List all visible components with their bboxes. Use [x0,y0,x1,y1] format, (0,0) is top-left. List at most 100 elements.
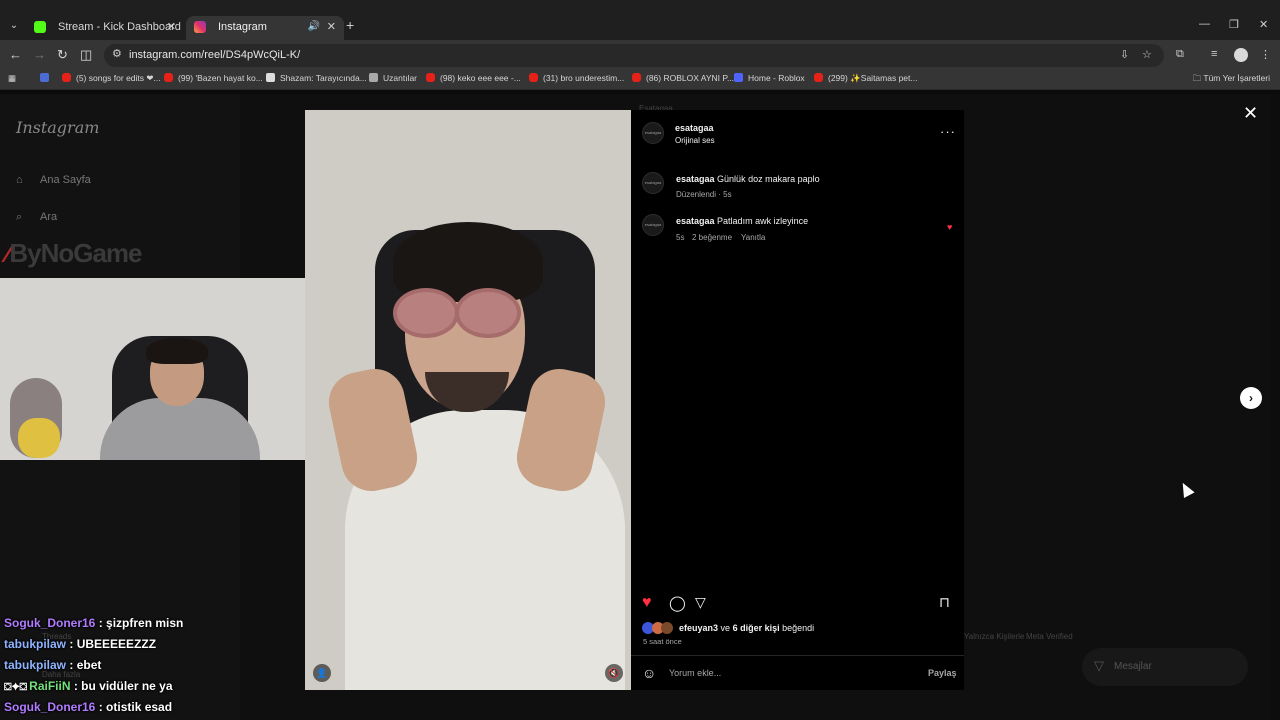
mute-icon[interactable]: 🔇 [605,664,623,682]
new-tab-button[interactable]: + [346,17,354,33]
bookmark-item[interactable]: (86) ROBLOX AYNI P... [632,73,734,83]
close-window-icon[interactable]: ✕ [1259,18,1268,31]
sidebar-item-search[interactable]: ⌕ Ara [16,211,57,224]
shazam-icon [266,73,275,82]
bookmark-a[interactable] [40,73,54,83]
chat-username: tabukpilaw [4,637,67,651]
close-tab-icon[interactable]: ✕ [167,16,176,38]
forward-icon[interactable]: → [33,47,46,62]
menu-icon[interactable]: ⋮ [1260,48,1271,61]
post-time[interactable]: 5 saat önce [643,637,682,646]
sidebar-item-label: Ara [40,211,58,223]
bookmark-label: Shazam: Tarayıcında... [280,73,367,83]
minimize-icon[interactable]: — [1199,18,1210,30]
youtube-icon [164,73,173,82]
bookmark-star-icon[interactable]: ☆ [1142,48,1152,61]
bookmark-item[interactable]: Shazam: Tarayıcında... [266,73,367,83]
post-author[interactable]: esatagaa [675,123,714,133]
bookmark-item[interactable]: (299) ✨Saitamas pet... [814,73,917,84]
chat-text: : ebet [69,658,102,672]
reload-icon[interactable]: ↻ [57,47,68,63]
profile-avatar[interactable] [1234,48,1248,62]
streamer-hair [146,338,208,364]
tab-instagram[interactable]: Instagram 🔊 ✕ [186,16,344,40]
close-icon[interactable]: ✕ [1243,103,1258,124]
restore-icon[interactable]: ❐ [1229,18,1239,31]
comment-username[interactable]: esatagaa [676,216,715,226]
reel-video[interactable]: 👤 🔇 [305,110,631,690]
address-bar[interactable]: ⚙ instagram.com/reel/DS4pWcQiL-K/ ⇩ ☆ [104,44,1164,67]
bookmark-item[interactable]: (99) 'Bazen hayat ko... [164,73,263,83]
reply-button[interactable]: Yanıtla [741,233,765,242]
instagram-logo[interactable]: Instagram [16,118,99,137]
bookmark-item[interactable]: Uzantılar [369,73,417,83]
audio-label[interactable]: Orijinal ses [675,136,715,145]
browser-tab-strip: ⌄ Stream - Kick Dashboard ✕ Instagram 🔊 … [0,0,1280,40]
comment-input[interactable]: Yorum ekle... [669,668,721,678]
avatar[interactable]: esatagaa [642,122,664,144]
liked-by-others[interactable]: 6 diğer kişi [733,623,780,633]
messages-button[interactable]: ▽ Mesajlar [1082,648,1248,686]
sidebar-item-home[interactable]: ⌂ Ana Sayfa [16,174,91,186]
footer-link[interactable]: Yalnızca Kişilerle [964,632,1024,641]
chat-username: RaiFiiN [29,679,71,693]
tab-search-icon[interactable]: ⌄ [6,18,22,34]
screen: { "browser": { "tabs": [ {"title": "Stre… [0,0,1280,720]
back-icon[interactable]: ← [9,47,22,62]
tab-title: Instagram [218,21,267,33]
caption: esatagaa Günlük doz makara paplo [676,174,820,184]
stream-chat-overlay: Soguk_Doner16 : şizpfren misn tabukpilaw… [4,616,304,720]
comment-time: 5s [676,233,685,242]
chevron-right-icon[interactable]: › [1240,387,1262,409]
bookmarks-bar: ▦ (5) songs for edits ❤... (99) 'Bazen h… [0,70,1280,90]
emoji-icon[interactable]: ☺ [642,665,656,681]
avatar[interactable]: esatagaa [642,214,664,236]
media-controls-icon[interactable]: ≡ [1211,48,1217,60]
pikachu-plush [18,418,60,458]
user-tags-icon[interactable]: 👤 [313,664,331,682]
comment-heart-icon[interactable]: ♥ [947,222,952,232]
share-icon[interactable]: ▽ [695,594,706,611]
heart-icon[interactable]: ♥ [642,594,652,612]
bookmark-label: (86) ROBLOX AYNI P... [646,73,735,83]
bookmark-label: Uzantılar [383,73,418,83]
install-app-icon[interactable]: ⇩ [1120,48,1129,61]
youtube-icon [814,73,823,82]
liked-by-suffix: beğendi [782,623,815,633]
close-tab-icon[interactable]: ✕ [327,16,336,38]
comment: esatagaa Patladım awk izleyince [676,216,808,226]
apps-icon[interactable]: ▦ [8,73,16,84]
extensions-icon[interactable]: ⧉ [1176,48,1184,61]
bookmark-item[interactable]: Home - Roblox [734,73,805,83]
bookmark-item[interactable]: (5) songs for edits ❤... [62,73,161,84]
bookmark-item[interactable]: (31) bro underestim... [529,73,624,83]
bookmark-item[interactable]: (98) keko eee eee -... [426,73,521,83]
avatar[interactable]: esatagaa [642,172,664,194]
site-info-icon[interactable]: ⚙ [112,47,122,60]
author-username[interactable]: esatagaa [675,123,714,133]
caption-meta: Düzenlendi · 5s [676,190,732,199]
liker-avatar[interactable] [661,622,673,634]
sidepanel-icon[interactable]: ◫ [80,47,92,63]
bookmark-label: (5) songs for edits ❤... [76,73,161,83]
save-icon[interactable]: ⊓ [939,594,950,611]
bookmark-label: (299) ✨Saitamas pet... [828,73,918,83]
page-scrollbar[interactable] [1270,94,1280,720]
liked-by-username[interactable]: efeuyan3 [679,623,718,633]
comment-icon[interactable]: ◯ [669,594,686,612]
chat-message: Soguk_Doner16 : otistik esad [4,700,304,720]
comment-likes[interactable]: 2 beğenme [692,233,732,242]
speaker-icon[interactable]: 🔊 [308,16,320,38]
all-bookmarks[interactable]: 🗀 Tüm Yer İşaretleri [1193,73,1270,87]
chat-text: : otistik esad [98,700,173,714]
mouse-cursor [1177,480,1195,498]
more-options-icon[interactable]: ··· [940,124,956,139]
footer-link[interactable]: Meta Verified [1026,632,1073,641]
tab-kick-dashboard[interactable]: Stream - Kick Dashboard ✕ [26,16,184,40]
caption-username[interactable]: esatagaa [676,174,715,184]
post-comment-button[interactable]: Paylaş [928,668,957,678]
instagram-favicon-icon [194,21,206,33]
bookmark-label: (99) 'Bazen hayat ko... [178,73,263,83]
bookmark-a-icon [40,73,49,82]
search-icon: ⌕ [16,211,23,223]
